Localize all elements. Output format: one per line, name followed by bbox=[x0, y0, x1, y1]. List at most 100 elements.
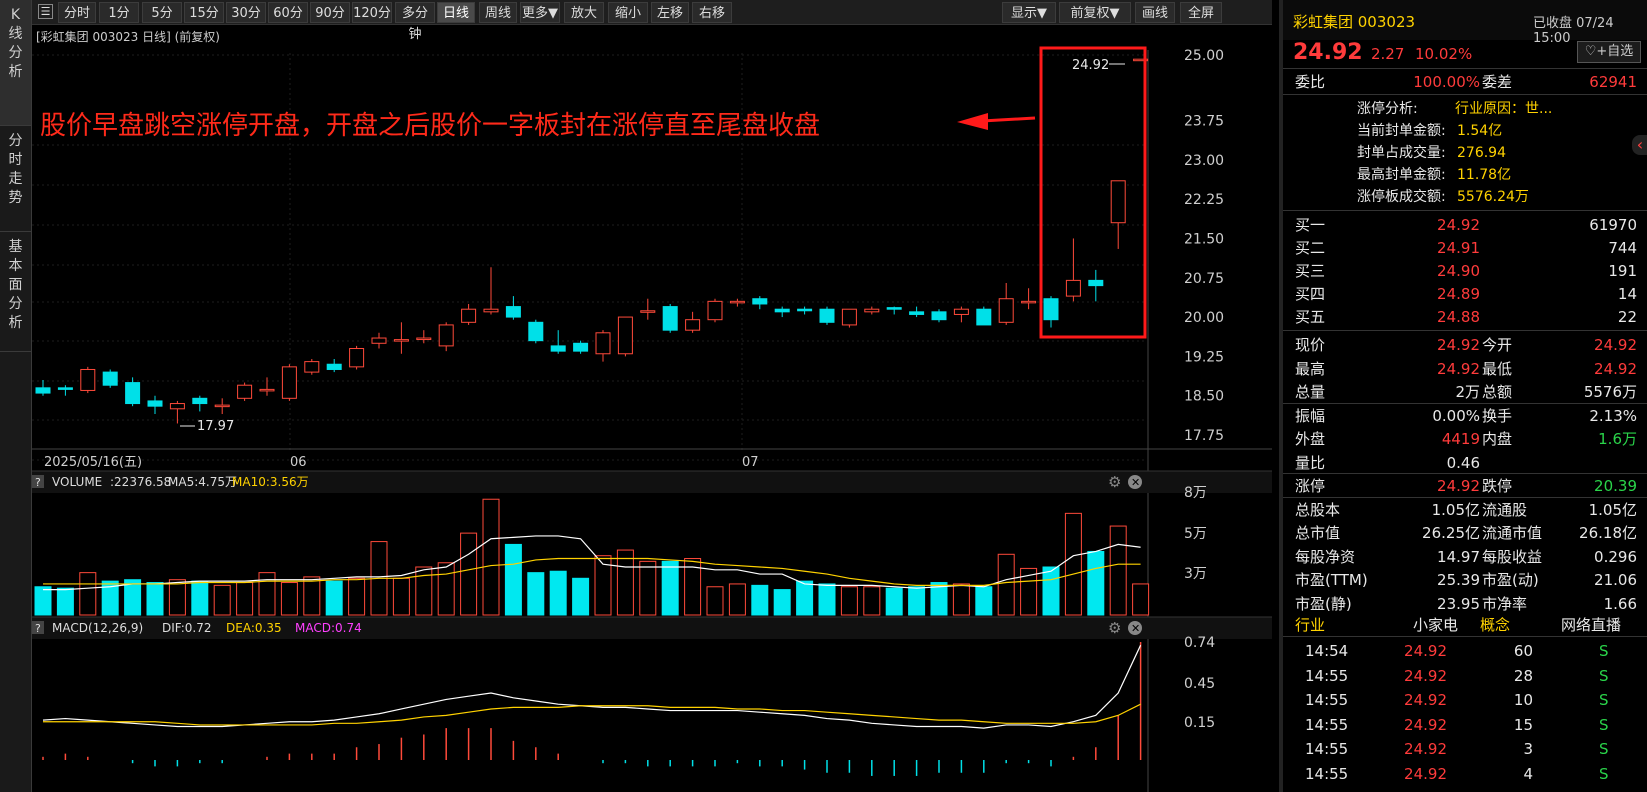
volume-bar bbox=[975, 586, 993, 616]
toolbar-btn-9[interactable]: 日线 bbox=[437, 2, 475, 23]
toolbar-btn-5[interactable]: 60分 bbox=[268, 2, 308, 23]
volume-bar bbox=[168, 579, 186, 616]
stat-value: 2万 bbox=[1455, 383, 1480, 401]
high-price-label: 24.92 bbox=[1072, 58, 1109, 73]
macd-y-0.45: 0.45 bbox=[1184, 676, 1215, 692]
macd-dea: DEA:0.35 bbox=[226, 621, 282, 635]
bid-row[interactable]: 买二 24.91 744 bbox=[1283, 236, 1647, 260]
left-tab-bar: K线分析分时走势基本面分析 bbox=[0, 0, 32, 792]
toolbar-btn-10[interactable]: 周线 bbox=[479, 2, 517, 23]
candle bbox=[595, 330, 611, 362]
stat-value: 1.05亿 bbox=[1588, 500, 1637, 519]
candle bbox=[259, 377, 275, 396]
candle bbox=[371, 332, 387, 349]
tick-side: S bbox=[1599, 642, 1609, 660]
svg-text:?: ? bbox=[35, 622, 41, 635]
weibi-label: 委比 bbox=[1295, 73, 1326, 91]
add-watchlist-button[interactable]: ♡+自选 bbox=[1577, 41, 1641, 63]
gear-icon[interactable]: ⚙ bbox=[1108, 473, 1121, 491]
weicha-value: 62941 bbox=[1589, 73, 1637, 91]
bid-volume: 191 bbox=[1608, 262, 1637, 280]
volume-bar bbox=[56, 587, 74, 616]
stat-label: 市盈(静) bbox=[1295, 594, 1352, 613]
toolbar-right-btn-3[interactable]: 全屏 bbox=[1180, 2, 1222, 23]
gear-icon[interactable]: ⚙ bbox=[1108, 619, 1121, 637]
candle bbox=[1043, 296, 1059, 328]
concept-tab-3[interactable]: 网络直播 bbox=[1561, 614, 1621, 635]
bid-price: 24.92 bbox=[1437, 216, 1480, 234]
volume-bar bbox=[1064, 512, 1082, 616]
left-tab-1[interactable]: 分时走势 bbox=[0, 126, 31, 232]
volume-bar bbox=[34, 586, 52, 616]
volume-bar bbox=[616, 549, 634, 616]
stat-row: 最高 24.92 最低 24.92 bbox=[1283, 357, 1647, 381]
left-tab-0[interactable]: K线分析 bbox=[0, 0, 31, 126]
limit-info-row: 涨停板成交额: 5576.24万 bbox=[1283, 185, 1647, 209]
toolbar-btn-1[interactable]: 1分 bbox=[99, 2, 139, 23]
toolbar-btn-6[interactable]: 90分 bbox=[310, 2, 350, 23]
bid-price: 24.88 bbox=[1437, 308, 1480, 326]
bid-label: 买二 bbox=[1295, 239, 1326, 257]
concept-tab-2[interactable]: 概念 bbox=[1480, 614, 1510, 635]
candle bbox=[819, 306, 835, 325]
volume-bar bbox=[952, 583, 970, 616]
stat-label: 量比 bbox=[1295, 453, 1326, 472]
toolbar-btn-12[interactable]: 放大 bbox=[564, 2, 604, 23]
toolbar-btn-15[interactable]: 右移 bbox=[692, 2, 732, 23]
volume-ma5: MA5:4.75万 bbox=[168, 475, 237, 489]
stat-label: 最高 bbox=[1295, 359, 1326, 378]
toolbar-btn-3[interactable]: 15分 bbox=[184, 2, 224, 23]
toolbar-right-btn-1[interactable]: 前复权▼ bbox=[1059, 2, 1131, 23]
stat-value: 0.296 bbox=[1594, 547, 1637, 566]
stat-label: 跌停 bbox=[1482, 477, 1513, 495]
toolbar-btn-11[interactable]: 更多▼ bbox=[520, 2, 560, 23]
tick-row: 14:55 24.92 10 S bbox=[1283, 688, 1647, 712]
volume-y-3: 3万 bbox=[1184, 566, 1207, 582]
candle bbox=[886, 306, 902, 315]
stock-name: 彩虹集团 003023 bbox=[1293, 13, 1416, 31]
limit-info-row: 当前封单金额: 1.54亿 bbox=[1283, 119, 1647, 143]
toolbar-btn-13[interactable]: 缩小 bbox=[608, 2, 648, 23]
stat-value: 5576万 bbox=[1583, 383, 1637, 401]
toolbar-btn-7[interactable]: 120分 bbox=[352, 2, 392, 23]
chart-area: [彩虹集团 003023 日线] (前复权) 25.00 23.75 23.00 22… bbox=[32, 25, 1272, 792]
candle bbox=[528, 319, 544, 344]
collapse-arrow-icon[interactable]: ‹ bbox=[1632, 135, 1647, 155]
bid-row[interactable]: 买三 24.90 191 bbox=[1283, 259, 1647, 283]
x-label-2: 07 bbox=[742, 455, 759, 470]
stat-label: 总额 bbox=[1482, 383, 1513, 401]
volume-bar bbox=[527, 572, 545, 616]
volume-bar bbox=[728, 583, 746, 616]
chart-annotation: 股价早盘跳空涨停开盘，开盘之后股价一字板封在涨停直至尾盘收盘 bbox=[40, 111, 821, 141]
tick-time: 14:55 bbox=[1305, 691, 1349, 709]
candle bbox=[461, 303, 477, 325]
bid-row[interactable]: 买五 24.88 22 bbox=[1283, 305, 1647, 329]
stat-label: 外盘 bbox=[1295, 430, 1326, 448]
candle bbox=[550, 330, 566, 354]
left-tab-2[interactable]: 基本面分析 bbox=[0, 232, 31, 352]
y-tick-label: 21.50 bbox=[1184, 231, 1224, 247]
toolbar-btn-4[interactable]: 30分 bbox=[226, 2, 266, 23]
candle bbox=[1021, 288, 1037, 310]
bid-row[interactable]: 买一 24.92 61970 bbox=[1283, 213, 1647, 237]
y-tick-label: 17.75 bbox=[1184, 428, 1224, 444]
dea-line bbox=[43, 703, 1141, 726]
stat-row: 振幅 0.00% 换手 2.13% bbox=[1283, 404, 1647, 428]
candle bbox=[483, 267, 499, 315]
toolbar-btn-2[interactable]: 5分 bbox=[142, 2, 182, 23]
concept-tab-1[interactable]: 小家电 bbox=[1413, 614, 1458, 635]
concept-tab-0[interactable]: 行业 bbox=[1295, 614, 1325, 635]
volume-bar bbox=[460, 532, 478, 616]
candle bbox=[214, 398, 230, 415]
toolbar-btn-0[interactable]: 分时 bbox=[58, 2, 96, 23]
toolbar-right-btn-0[interactable]: 显示▼ bbox=[1002, 2, 1056, 23]
bid-price: 24.90 bbox=[1437, 262, 1480, 280]
bid-row[interactable]: 买四 24.89 14 bbox=[1283, 282, 1647, 306]
volume-bar bbox=[1132, 583, 1150, 616]
volume-bar bbox=[818, 583, 836, 616]
toolbar-btn-8[interactable]: 多分钟 bbox=[395, 2, 435, 42]
menu-icon[interactable]: ☰ bbox=[38, 4, 53, 19]
toolbar-right-btn-2[interactable]: 画线 bbox=[1135, 2, 1175, 23]
ma5-line bbox=[43, 535, 1141, 591]
toolbar-btn-14[interactable]: 左移 bbox=[651, 2, 689, 23]
